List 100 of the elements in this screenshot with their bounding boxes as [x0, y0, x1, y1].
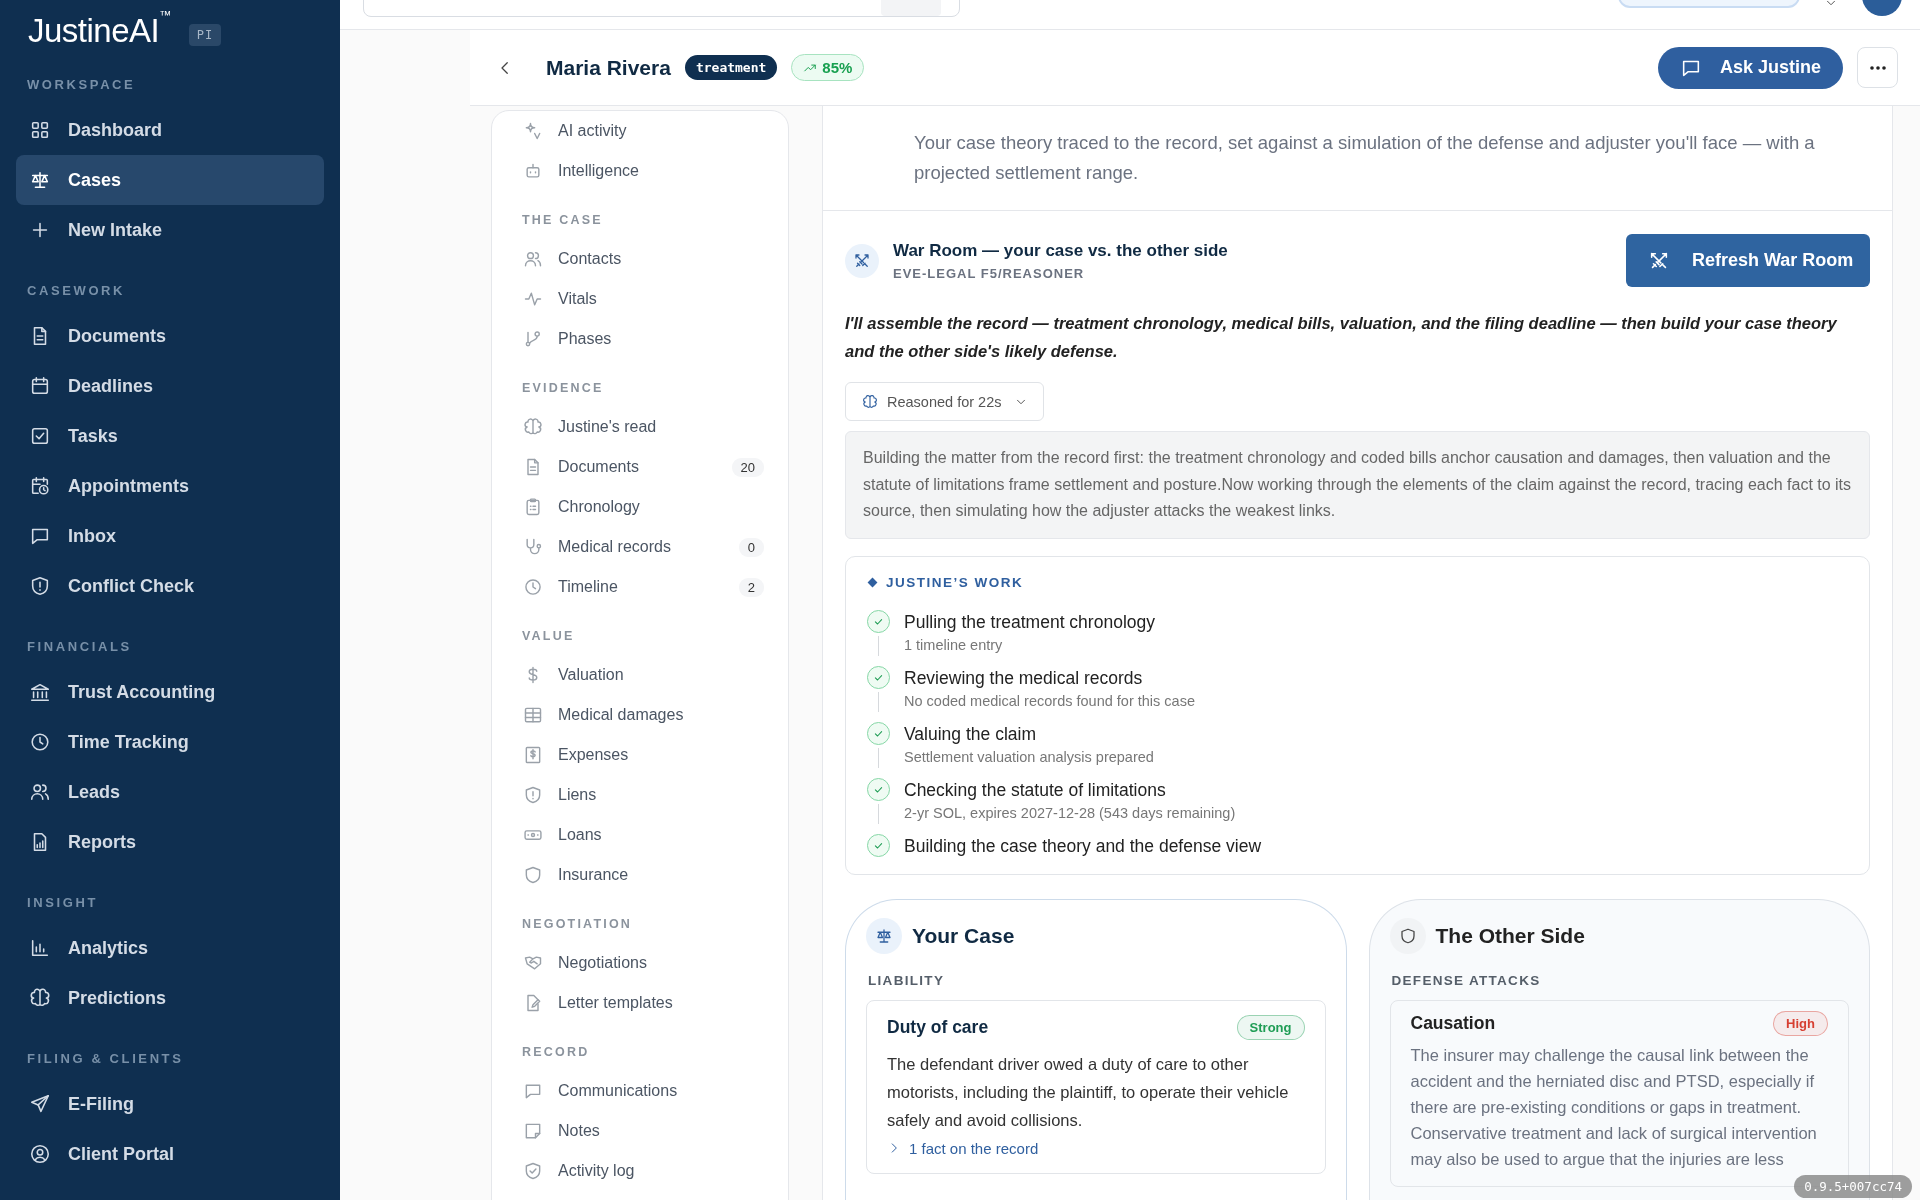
version-badge: 0.9.5+007cc74 — [1794, 1175, 1912, 1198]
sidebar-item[interactable]: Deadlines — [16, 361, 324, 411]
branch-icon — [523, 329, 543, 349]
score-badge: 85% — [791, 54, 865, 81]
case-nav-item[interactable]: Chronology — [520, 487, 764, 527]
sidebar-item[interactable]: Documents — [16, 311, 324, 361]
sidebar-item[interactable]: Analytics — [16, 923, 324, 973]
table-icon — [523, 705, 543, 725]
shield-alert-icon — [523, 785, 543, 805]
section-heading: FILING & CLIENTS — [26, 1050, 185, 1068]
section-heading: DEFENSE ATTACKS — [1391, 972, 1542, 988]
sidebar-item[interactable]: Cases — [16, 155, 324, 205]
send-icon — [29, 1093, 51, 1115]
section-heading: NEGOTIATION — [522, 916, 634, 932]
step-title: Pulling the treatment chronology — [904, 610, 1155, 634]
case-nav-item[interactable]: Phases — [520, 319, 764, 359]
case-nav-item[interactable]: Loans — [520, 815, 764, 855]
count-badge: 0 — [738, 537, 764, 557]
case-nav-item[interactable]: Vitals — [520, 279, 764, 319]
claim-text: The insurer may challenge the causal link between the accident and the herniated disc and PTSD, especially if there are pre-existing conditions or gaps in treatment. Conservative treatment and lack of surgical intervention may also be used to argue that the injuries are less — [1410, 1044, 1818, 1170]
shield-alert-icon — [29, 575, 51, 597]
reasoning-text: Building the matter from the record first: the treatment chronology and coded bills anchor causation and damages, then valuation and the statute of limitations frame settlement and posture.Now working through the elements of the claim against the record, tracing each fact to its source, then simulating how the adjuster attacks the weakest links. — [845, 431, 1870, 539]
chat-icon — [523, 1081, 543, 1101]
case-nav-item[interactable]: Notes — [520, 1111, 764, 1151]
receipt-icon — [523, 745, 543, 765]
sidebar-item[interactable]: Appointments — [16, 461, 324, 511]
case-nav-item[interactable]: Intelligence — [520, 151, 764, 191]
clipboard-icon — [523, 497, 543, 517]
calendar-icon — [29, 375, 51, 397]
case-nav-item[interactable]: AI activity — [520, 111, 764, 151]
users-icon — [29, 781, 51, 803]
count-badge: 20 — [731, 457, 764, 477]
sidebar-item[interactable]: E-Filing — [16, 1079, 324, 1129]
case-nav-item[interactable]: Contacts — [520, 239, 764, 279]
case-nav-item[interactable]: Activity log — [520, 1151, 764, 1191]
plan-text: I'll assemble the record — treatment chronology, medical bills, valuation, and the filing deadline — then build your case theory and the other side's likely defense. — [845, 313, 1838, 362]
sidebar-item[interactable]: Tasks — [16, 411, 324, 461]
ask-button[interactable]: Ask Justine — [1657, 46, 1843, 89]
facts-link[interactable]: 1 fact on the record — [887, 1139, 1039, 1157]
sidebar-item[interactable]: Client Portal — [16, 1129, 324, 1179]
pulse-icon — [523, 289, 543, 309]
grid-icon — [29, 119, 51, 141]
case-nav-item[interactable]: Letter templates — [520, 983, 764, 1023]
refresh-button[interactable]: Refresh War Room — [1626, 234, 1870, 287]
claim-text: The defendant driver owed a duty of care to other motorists, including the plaintiff, to operate their vehicle safely and avoid collisions. — [887, 1053, 1290, 1131]
section-heading: EVIDENCE — [522, 380, 605, 396]
sidebar-item[interactable]: Leads — [16, 767, 324, 817]
step-detail: Settlement valuation analysis prepared — [904, 747, 1154, 767]
case-nav-item[interactable]: Valuation — [520, 655, 764, 695]
section-heading: WORKSPACE — [26, 76, 137, 94]
brain-icon — [29, 987, 51, 1009]
user-circle-icon — [29, 1143, 51, 1165]
intro-text: Your case theory traced to the record, set against a simulation of the defense and adjuster you'll face — with a projected settlement range. — [914, 131, 1816, 185]
count-badge: 2 — [738, 577, 764, 597]
step-detail: No coded medical records found for this case — [904, 691, 1195, 711]
case-nav-item[interactable]: Documents 20 — [520, 447, 764, 487]
scales-icon — [29, 169, 51, 191]
case-nav-item[interactable]: Negotiations — [520, 943, 764, 983]
model-label: EVE-LEGAL F5/REASONER — [893, 265, 1086, 281]
sidebar-item[interactable]: Reports — [16, 817, 324, 867]
case-nav-item[interactable]: Justine's read — [520, 407, 764, 447]
sidebar-item[interactable]: Dashboard — [16, 105, 324, 155]
case-nav-item[interactable]: Medical damages — [520, 695, 764, 735]
step-detail: 1 timeline entry — [904, 635, 1004, 655]
step-title: Reviewing the medical records — [904, 666, 1144, 690]
case-nav-item[interactable]: Timeline 2 — [520, 567, 764, 607]
status-badge: treatment — [684, 55, 778, 80]
sidebar-item[interactable]: Inbox — [16, 511, 324, 561]
sidebar-item[interactable]: Time Tracking — [16, 717, 324, 767]
case-title: Maria Rivera — [546, 55, 671, 80]
sidebar-item[interactable]: Trust Accounting — [16, 667, 324, 717]
shield-icon — [1398, 926, 1417, 945]
sidebar-item[interactable]: Predictions — [16, 973, 324, 1023]
case-nav-item[interactable]: Liens — [520, 775, 764, 815]
rating-badge: High — [1773, 1010, 1828, 1036]
section-heading: FINANCIALS — [26, 638, 133, 656]
case-nav-item[interactable]: Communications — [520, 1071, 764, 1111]
swords-icon — [853, 251, 871, 270]
handshake-icon — [523, 953, 543, 973]
logo[interactable]: JustineAI$^{™}$ — [28, 12, 171, 50]
sparkle-icon — [523, 121, 543, 141]
clock-icon — [523, 577, 543, 597]
claim-title: Duty of care — [887, 1016, 989, 1038]
bank-icon — [29, 681, 51, 703]
note-icon — [523, 1121, 543, 1141]
shield-icon — [523, 865, 543, 885]
more-button[interactable] — [1857, 47, 1898, 88]
case-nav-item[interactable]: Expenses — [520, 735, 764, 775]
section-heading: CASEWORK — [26, 282, 127, 300]
war-room-title: War Room — your case vs. the other side — [893, 240, 1228, 261]
more-icon — [1869, 65, 1886, 70]
case-nav-item[interactable]: Insurance — [520, 855, 764, 895]
case-nav-item[interactable]: Medical records 0 — [520, 527, 764, 567]
bar-chart-icon — [29, 937, 51, 959]
step-title: Checking the statute of limitations — [904, 778, 1167, 802]
reasoning-toggle[interactable]: Reasoned for 22s — [845, 382, 1044, 421]
section-heading: VALUE — [522, 628, 576, 644]
sidebar-item[interactable]: Conflict Check — [16, 561, 324, 611]
sidebar-item[interactable]: New Intake — [16, 205, 324, 255]
step-title: Valuing the claim — [904, 722, 1037, 746]
